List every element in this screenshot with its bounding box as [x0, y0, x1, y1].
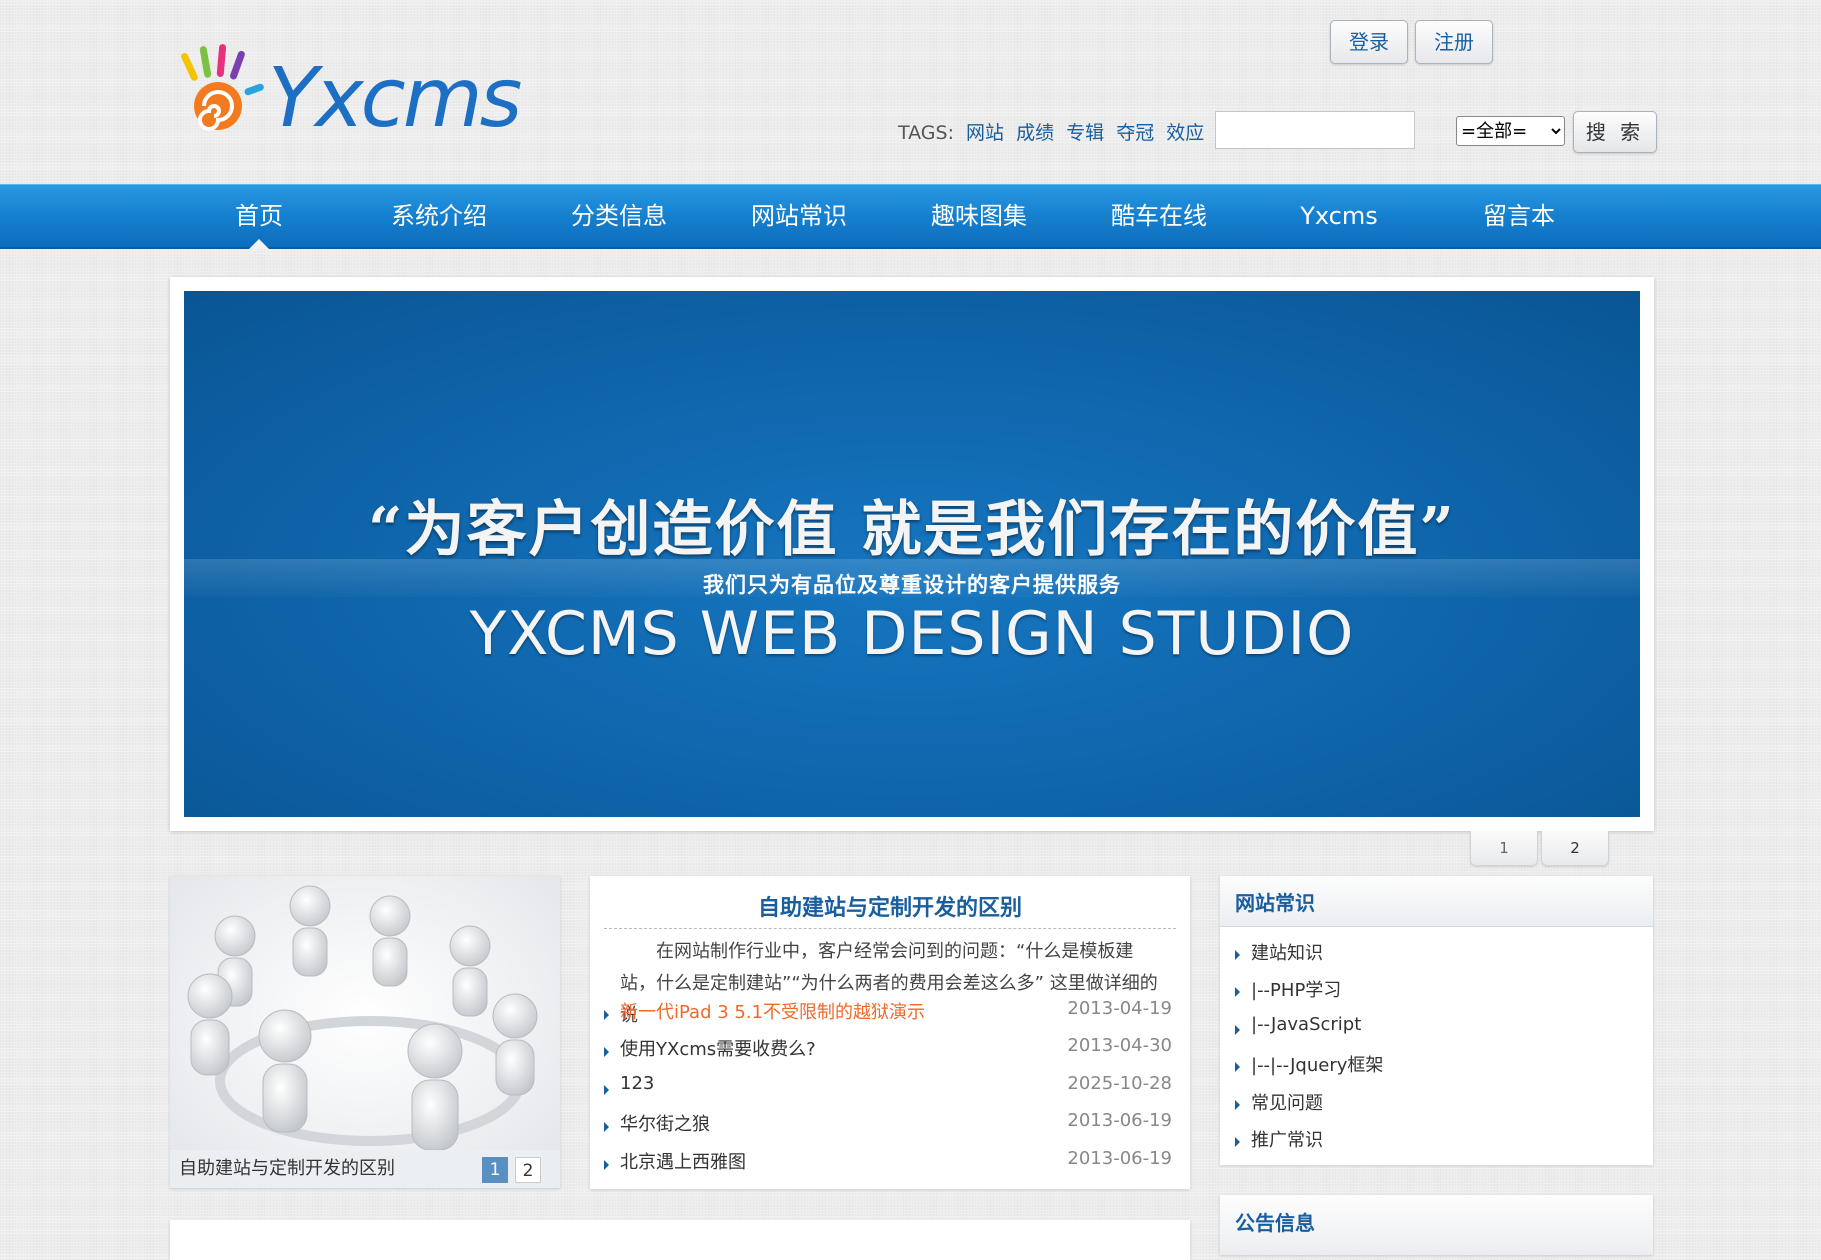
notice-box: 公告信息: [1220, 1195, 1653, 1255]
news-item[interactable]: 123 2025-10-28: [604, 1073, 1172, 1107]
nav-item-cars[interactable]: 酷车在线: [1069, 185, 1249, 247]
bullet-arrow-icon: [1235, 987, 1240, 997]
people-circle-image: [170, 876, 560, 1188]
tag-link[interactable]: 效应: [1166, 122, 1204, 144]
nav-item-label: 酷车在线: [1111, 202, 1207, 230]
news-title[interactable]: 华尔街之狼: [620, 1110, 710, 1136]
search-scope-select[interactable]: =全部=: [1456, 116, 1565, 146]
site-logo[interactable]: Yxcms: [176, 42, 556, 146]
nav-item-gallery[interactable]: 趣味图集: [889, 185, 1069, 247]
news-date: 2013-04-19: [1067, 998, 1172, 1019]
nav-item-label: 系统介绍: [391, 202, 487, 230]
nav-item-home[interactable]: 首页: [169, 185, 349, 249]
sidebar-item-label: 常见问题: [1251, 1093, 1323, 1114]
bullet-arrow-icon: [604, 1122, 609, 1132]
banner-slogan: “为客户创造价值 就是我们存在的价值”: [368, 495, 1456, 565]
bullet-arrow-icon: [1235, 950, 1240, 960]
article-title[interactable]: 自助建站与定制开发的区别: [590, 890, 1190, 922]
nav-item-web-knowledge[interactable]: 网站常识: [709, 185, 889, 247]
news-item[interactable]: 华尔街之狼 2013-06-19: [604, 1110, 1172, 1144]
search-input[interactable]: [1215, 111, 1415, 149]
news-item[interactable]: 使用YXcms需要收费么? 2013-04-30: [604, 1035, 1172, 1069]
photo-caption-bar: 自助建站与定制开发的区别 1 2: [170, 1150, 560, 1188]
news-item[interactable]: 北京遇上西雅图 2013-06-19: [604, 1148, 1172, 1182]
sidebar-item-label: |--PHP学习: [1251, 980, 1342, 1001]
banner-pager-1[interactable]: 1: [1470, 831, 1538, 866]
search-button[interactable]: 搜 索: [1573, 111, 1657, 153]
tags-bar: TAGS: 网站 成绩 专辑 夺冠 效应 ...: [898, 118, 1236, 148]
bullet-arrow-icon: [604, 1047, 609, 1057]
tags-label: TAGS:: [898, 122, 954, 144]
news-date: 2025-10-28: [1067, 1073, 1172, 1094]
bullet-arrow-icon: [604, 1085, 609, 1095]
bullet-arrow-icon: [604, 1010, 609, 1020]
tag-link[interactable]: 夺冠: [1116, 122, 1154, 144]
nav-item-label: 首页: [235, 202, 283, 230]
nav-item-label: 趣味图集: [931, 202, 1027, 230]
bullet-arrow-icon: [1235, 1062, 1240, 1072]
register-button[interactable]: 注册: [1415, 20, 1493, 64]
article-divider: [604, 928, 1176, 929]
bullet-arrow-icon: [604, 1160, 609, 1170]
photo-caption[interactable]: 自助建站与定制开发的区别: [179, 1150, 395, 1188]
bullet-arrow-icon: [1235, 1025, 1240, 1035]
banner-subline: 我们只为有品位及尊重设计的客户提供服务: [703, 573, 1121, 597]
nav-item-system-intro[interactable]: 系统介绍: [349, 185, 529, 247]
tag-link[interactable]: 网站: [966, 122, 1004, 144]
sidebar-item-label: 推广常识: [1251, 1130, 1323, 1151]
news-date: 2013-06-19: [1067, 1110, 1172, 1131]
notice-title[interactable]: 公告信息: [1235, 1207, 1315, 1236]
tag-link[interactable]: 专辑: [1066, 122, 1104, 144]
active-caret-icon: [249, 239, 269, 249]
news-date: 2013-04-30: [1067, 1035, 1172, 1056]
photo-page-1[interactable]: 1: [482, 1157, 508, 1183]
nav-item-label: Yxcms: [1300, 202, 1378, 230]
photo-page-2[interactable]: 2: [515, 1157, 541, 1183]
nav-item-label: 留言本: [1483, 202, 1555, 230]
nav-item-label: 网站常识: [751, 202, 847, 230]
logo-wordmark: Yxcms: [268, 51, 521, 146]
news-title[interactable]: 北京遇上西雅图: [620, 1148, 746, 1174]
nav-item-guestbook[interactable]: 留言本: [1429, 185, 1609, 247]
sidebar-header: 网站常识: [1220, 876, 1653, 927]
bullet-arrow-icon: [1235, 1137, 1240, 1147]
notice-header: 公告信息: [1220, 1195, 1653, 1255]
photo-slider[interactable]: 自助建站与定制开发的区别 1 2: [170, 876, 560, 1188]
sidebar-category-box: 网站常识 建站知识 |--PHP学习 |--JavaScript |--|--J…: [1220, 876, 1653, 1165]
news-title[interactable]: 新一代iPad 3 5.1不受限制的越狱演示: [620, 998, 925, 1024]
news-title[interactable]: 使用YXcms需要收费么?: [620, 1035, 816, 1061]
content-panel-bottom: [170, 1220, 1190, 1260]
banner-slide[interactable]: “为客户创造价值 就是我们存在的价值” 我们只为有品位及尊重设计的客户提供服务 …: [184, 291, 1640, 817]
bullet-arrow-icon: [1235, 1100, 1240, 1110]
sidebar-item-label: |--|--Jquery框架: [1251, 1055, 1384, 1076]
banner-studio-title: YXCMS WEB DESIGN STUDIO: [469, 599, 1355, 669]
main-nav: 首页 系统介绍 分类信息 网站常识 趣味图集 酷车在线 Yxcms 留言本: [0, 184, 1821, 249]
news-item[interactable]: 新一代iPad 3 5.1不受限制的越狱演示 2013-04-19: [604, 998, 1172, 1032]
tag-link[interactable]: 成绩: [1016, 122, 1054, 144]
nav-item-label: 分类信息: [571, 202, 667, 230]
sidebar-title[interactable]: 网站常识: [1235, 887, 1315, 916]
login-button[interactable]: 登录: [1330, 20, 1408, 64]
featured-article-box: 自助建站与定制开发的区别 在网站制作行业中，客户经常会问到的问题：“什么是模板建…: [590, 876, 1190, 1189]
news-date: 2013-06-19: [1067, 1148, 1172, 1169]
nav-item-classified[interactable]: 分类信息: [529, 185, 709, 247]
nav-item-yxcms[interactable]: Yxcms: [1249, 185, 1429, 247]
news-title[interactable]: 123: [620, 1073, 654, 1094]
banner-pager-2[interactable]: 2: [1541, 831, 1609, 866]
logo-hand-icon: [181, 44, 264, 131]
sidebar-item-label: 建站知识: [1251, 943, 1323, 964]
sidebar-item-label: |--JavaScript: [1251, 1014, 1362, 1035]
